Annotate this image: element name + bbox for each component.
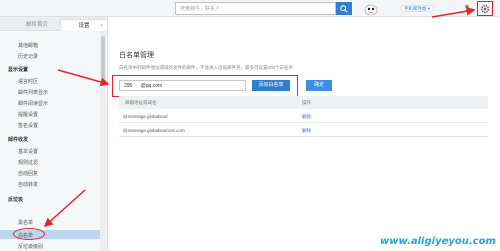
table-row: @message.globalsour 删除 [119, 109, 488, 123]
mobile-mail-link[interactable]: 手机邮件端 ▾ [400, 5, 435, 12]
search-box [175, 2, 355, 15]
tab-mail-home[interactable]: 邮件首页 [14, 19, 60, 31]
delete-link[interactable]: 删除 [302, 128, 311, 134]
sidebar-item-read-display[interactable]: 邮件阅读显示 [18, 100, 48, 107]
tab-settings-label: 设置 [78, 23, 90, 29]
site-watermark: www.aligiyeyou.com [380, 236, 496, 247]
sidebar-item-other-mailbox[interactable]: 其他邮箱 [18, 42, 38, 49]
page-title: 白名单管理 [119, 52, 154, 59]
sidebar-section-send-receive: 邮件收发 [8, 137, 29, 143]
tab-settings[interactable]: 设置 × [60, 19, 108, 31]
whitelist-table: 邮箱地址或域名 操作 @message.globalsour 删除 @messa… [119, 96, 488, 137]
sidebar-item-filter-rules[interactable]: 规则过滤 [18, 159, 38, 166]
sidebar-section-display: 显示设置 [8, 67, 29, 73]
user-icon[interactable] [463, 4, 471, 12]
sidebar-item-blacklist[interactable]: 黑名单 [18, 219, 33, 226]
sidebar-item-list-display[interactable]: 邮件列表显示 [18, 89, 48, 96]
search-input[interactable] [175, 2, 336, 15]
row-address: @message.globalsour [123, 114, 168, 119]
table-row: @message.globalsources.com 删除 [119, 123, 488, 137]
sidebar-scroll-thumb[interactable] [101, 36, 105, 81]
confirm-button[interactable]: 确定 [306, 80, 332, 91]
column-header-address: 邮箱地址或域名 [125, 100, 157, 105]
gear-icon [480, 4, 490, 13]
search-button[interactable] [336, 2, 352, 15]
table-header: 邮箱地址或域名 操作 [119, 96, 488, 109]
sidebar-item-spam-level[interactable]: 反垃圾级别 [18, 243, 43, 250]
column-header-action: 操作 [302, 100, 311, 105]
page-description: 白名单中的邮件地址或域的发件的邮件，不会进入垃圾邮件夹，最多可设置500个白名单 [119, 65, 294, 70]
sidebar-item-auto-forward[interactable]: 自动转发 [18, 181, 38, 188]
sidebar-section-antispam: 反垃圾 [8, 197, 24, 203]
settings-gear-button[interactable] [477, 1, 493, 16]
sidebar-item-basic[interactable]: 基本设置 [18, 148, 38, 155]
main-panel [108, 31, 500, 251]
row-address: @message.globalsources.com [123, 128, 185, 133]
top-bar: 手机邮件端 ▾ [0, 0, 500, 17]
mascot-icon [364, 4, 378, 15]
input-highlight-box [112, 75, 298, 97]
tab-bar: 邮件首页 设置 × [0, 17, 108, 31]
sidebar-item-auto-reply[interactable]: 自动回复 [18, 170, 38, 177]
sidebar-item-history[interactable]: 历史记录 [18, 53, 38, 60]
sidebar-item-signature[interactable]: 签名设置 [18, 122, 38, 129]
sidebar-item-language[interactable]: 语言时区 [18, 78, 38, 85]
search-icon [340, 4, 348, 13]
delete-link[interactable]: 删除 [302, 114, 311, 120]
whitelist-highlight-ellipse [13, 228, 45, 240]
sidebar-item-reminder[interactable]: 提醒设置 [18, 111, 38, 118]
